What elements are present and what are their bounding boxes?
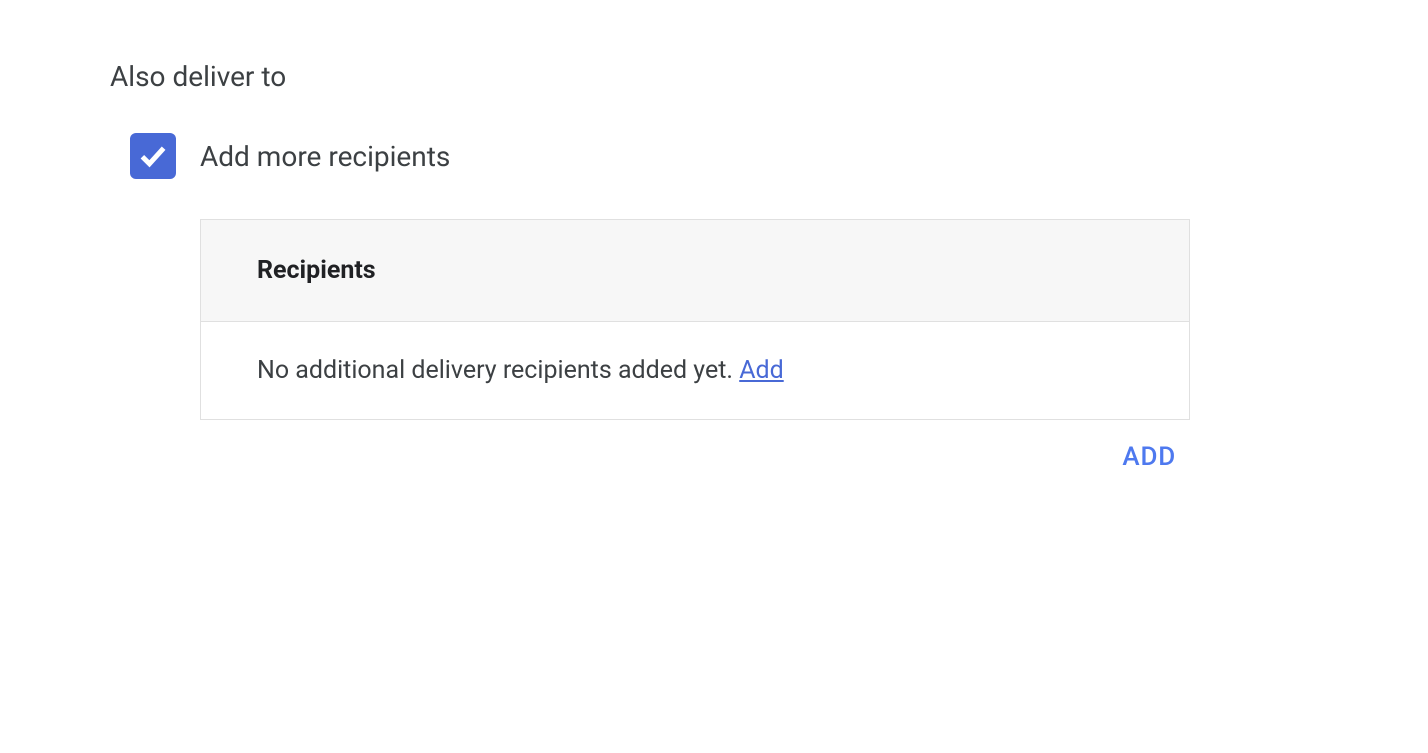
check-icon <box>136 139 170 173</box>
add-recipient-inline-link[interactable]: Add <box>739 356 784 385</box>
recipients-column-header: Recipients <box>257 256 376 285</box>
recipients-footer: ADD <box>200 420 1190 476</box>
add-recipient-button[interactable]: ADD <box>1118 438 1180 476</box>
recipients-table: Recipients No additional delivery recipi… <box>200 219 1190 420</box>
recipients-table-header: Recipients <box>201 220 1189 322</box>
add-more-recipients-label: Add more recipients <box>200 140 450 173</box>
section-heading: Also deliver to <box>110 60 1318 93</box>
recipients-empty-message: No additional delivery recipients added … <box>257 356 739 385</box>
recipients-table-body: No additional delivery recipients added … <box>201 322 1189 419</box>
add-more-recipients-checkbox[interactable] <box>130 133 176 179</box>
add-more-recipients-row: Add more recipients <box>130 133 1318 179</box>
